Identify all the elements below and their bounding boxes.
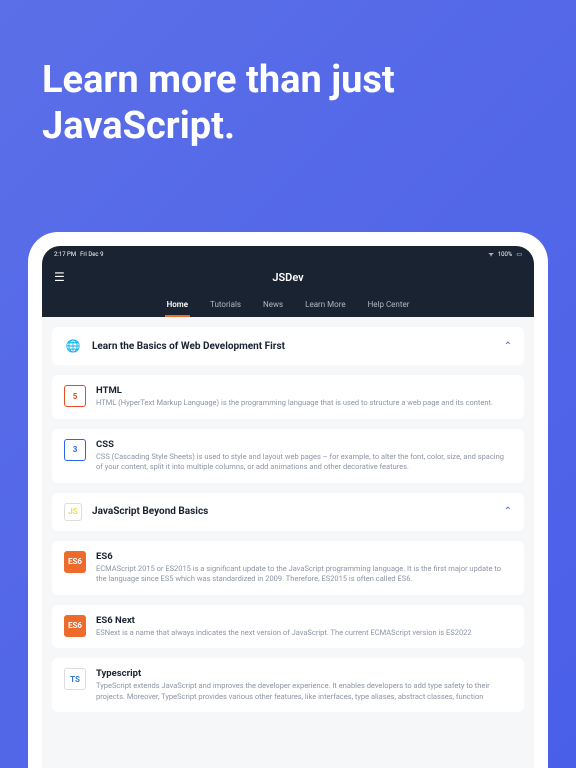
app-title: JSDev (272, 271, 303, 284)
web-icon: 🌐 (64, 337, 82, 355)
chevron-up-icon: ⌃ (504, 341, 512, 352)
card-body: ES6 Next ESNext is a name that always in… (96, 615, 512, 639)
html-icon: 5 (64, 385, 86, 407)
nav-bar: ☰ JSDev (42, 262, 534, 292)
card-title: ES6 Next (96, 615, 512, 626)
chevron-up-icon: ⌃ (504, 506, 512, 517)
section-title: JavaScript Beyond Basics (92, 506, 208, 517)
tablet-screen: 2:17 PM Fri Dec 9 ᯤ 100% ▭ ☰ JSDev Home … (42, 246, 534, 768)
tab-news[interactable]: News (261, 294, 285, 317)
card-desc: ESNext is a name that always indicates t… (96, 628, 512, 639)
tab-tutorials[interactable]: Tutorials (208, 294, 243, 317)
status-time: 2:17 PM (54, 251, 76, 258)
tablet-frame: 2:17 PM Fri Dec 9 ᯤ 100% ▭ ☰ JSDev Home … (28, 232, 548, 768)
menu-icon[interactable]: ☰ (54, 270, 65, 284)
status-bar: 2:17 PM Fri Dec 9 ᯤ 100% ▭ (42, 246, 534, 262)
card-desc: ECMAScript 2015 or ES2015 is a significa… (96, 564, 512, 585)
status-right: ᯤ 100% ▭ (488, 250, 522, 258)
card-es6[interactable]: ES6 ES6 ECMAScript 2015 or ES2015 is a s… (52, 541, 524, 595)
section-header-basics[interactable]: 🌐 Learn the Basics of Web Development Fi… (52, 327, 524, 365)
wifi-icon: ᯤ (488, 250, 493, 258)
card-body: HTML HTML (HyperText Markup Language) is… (96, 385, 512, 409)
tab-learn-more[interactable]: Learn More (303, 294, 347, 317)
section-title: Learn the Basics of Web Development Firs… (92, 341, 285, 352)
css-icon: 3 (64, 439, 86, 461)
es6-icon: ES6 (64, 615, 86, 637)
tab-help-center[interactable]: Help Center (366, 294, 412, 317)
card-body: ES6 ECMAScript 2015 or ES2015 is a signi… (96, 551, 512, 585)
status-left: 2:17 PM Fri Dec 9 (54, 251, 103, 258)
card-title: CSS (96, 439, 512, 450)
content-area: 🌐 Learn the Basics of Web Development Fi… (42, 317, 534, 768)
card-title: ES6 (96, 551, 512, 562)
section-header-beyond[interactable]: JS JavaScript Beyond Basics ⌃ (52, 493, 524, 531)
ts-icon: TS (64, 668, 86, 690)
card-html[interactable]: 5 HTML HTML (HyperText Markup Language) … (52, 375, 524, 419)
card-desc: TypeScript extends JavaScript and improv… (96, 681, 512, 702)
card-typescript[interactable]: TS Typescript TypeScript extends JavaScr… (52, 658, 524, 712)
card-desc: HTML (HyperText Markup Language) is the … (96, 398, 512, 409)
js-icon: JS (64, 503, 82, 521)
card-es6-next[interactable]: ES6 ES6 Next ESNext is a name that alway… (52, 605, 524, 649)
card-title: HTML (96, 385, 512, 396)
card-body: CSS CSS (Cascading Style Sheets) is used… (96, 439, 512, 473)
battery-percent: 100% (498, 251, 513, 258)
card-title: Typescript (96, 668, 512, 679)
tabs-row: Home Tutorials News Learn More Help Cent… (42, 292, 534, 317)
card-css[interactable]: 3 CSS CSS (Cascading Style Sheets) is us… (52, 429, 524, 483)
card-body: Typescript TypeScript extends JavaScript… (96, 668, 512, 702)
hero-headline: Learn more than just JavaScript. (0, 0, 576, 189)
status-date: Fri Dec 9 (80, 251, 103, 258)
es6-icon: ES6 (64, 551, 86, 573)
battery-icon: ▭ (516, 251, 522, 258)
card-desc: CSS (Cascading Style Sheets) is used to … (96, 452, 512, 473)
tab-home[interactable]: Home (165, 294, 190, 317)
